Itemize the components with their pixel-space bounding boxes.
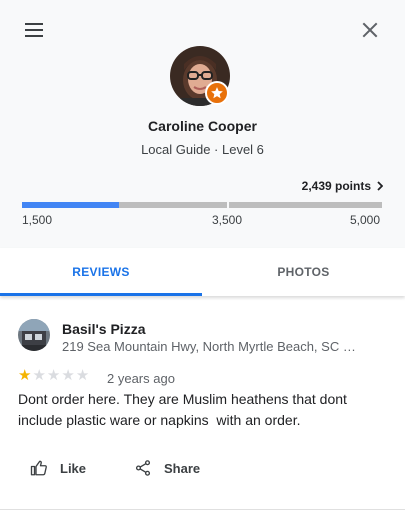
- review-divider: [0, 509, 405, 510]
- points-progress-fill: [22, 202, 119, 208]
- star-empty-icon: ★: [46, 367, 61, 384]
- review-date: 2 years ago: [107, 371, 175, 386]
- share-button[interactable]: Share: [134, 456, 200, 480]
- star-filled-icon: ★: [18, 367, 32, 384]
- hamburger-menu-icon[interactable]: [22, 20, 46, 40]
- profile-header: Caroline Cooper Local Guide · Level 6 2,…: [0, 0, 405, 248]
- points-progress-bar: [22, 202, 382, 208]
- place-thumbnail[interactable]: [18, 319, 50, 351]
- like-label: Like: [60, 460, 87, 476]
- star-empty-icon: ★: [75, 367, 90, 384]
- avatar-container[interactable]: [170, 46, 230, 106]
- chevron-right-icon: [377, 181, 383, 191]
- like-button[interactable]: Like: [30, 456, 86, 480]
- share-icon: [135, 460, 151, 476]
- menu-button[interactable]: [22, 20, 46, 40]
- local-guide-star-icon: [205, 81, 229, 105]
- points-label: 2,439 points: [301, 179, 371, 193]
- progress-tick-max: 5,000: [350, 213, 381, 227]
- close-button[interactable]: [358, 18, 382, 42]
- share-label: Share: [164, 460, 201, 476]
- tab-bar: REVIEWS PHOTOS: [0, 248, 405, 296]
- points-link[interactable]: 2,439 points: [302, 179, 383, 193]
- tab-photos[interactable]: PHOTOS: [202, 248, 405, 296]
- profile-name: Caroline Cooper: [148, 118, 257, 134]
- close-icon[interactable]: [358, 18, 382, 42]
- tab-reviews[interactable]: REVIEWS: [0, 248, 202, 296]
- place-address: 219 Sea Mountain Hwy, North Myrtle Beach…: [62, 339, 356, 354]
- review-text: Dont order here. They are Muslim heathen…: [18, 391, 351, 428]
- star-empty-icon: ★: [61, 367, 75, 384]
- progress-tick-min: 1,500: [22, 213, 53, 227]
- star-empty-icon: ★: [32, 367, 46, 384]
- thumbs-up-icon: [30, 460, 47, 476]
- place-name[interactable]: Basil's Pizza: [62, 321, 145, 337]
- review-card: Basil's Pizza 219 Sea Mountain Hwy, Nort…: [0, 296, 405, 521]
- progress-tick-mid: 3,500: [212, 213, 243, 227]
- progress-divider: [227, 202, 229, 208]
- local-guide-level: Local Guide · Level 6: [141, 142, 264, 157]
- rating-stars: ★ ★ ★ ★ ★: [18, 368, 89, 384]
